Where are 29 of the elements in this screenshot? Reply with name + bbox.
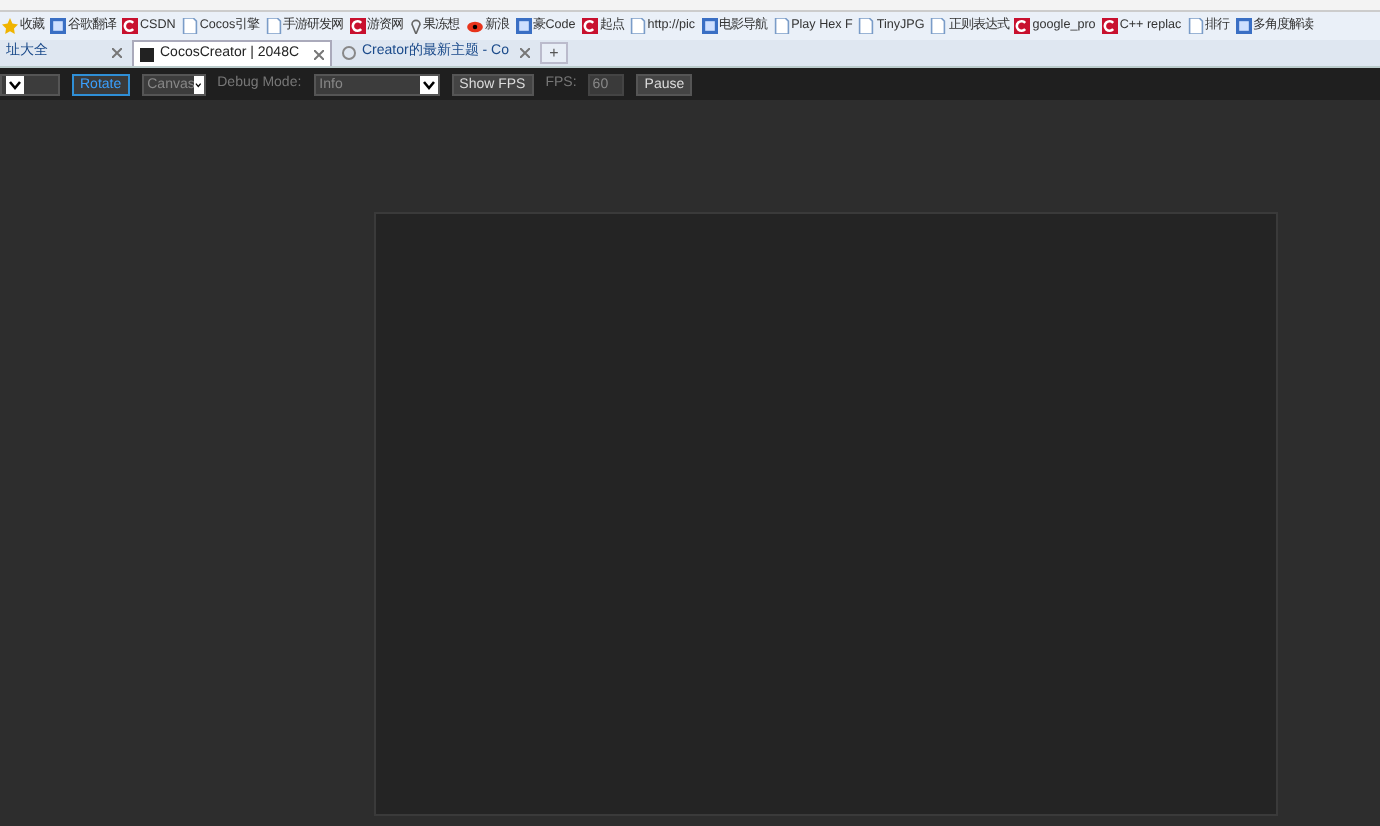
- page-icon: [858, 18, 875, 34]
- c-logo-icon: [1101, 18, 1118, 34]
- app-icon: [515, 18, 532, 34]
- page-icon: [1187, 18, 1204, 34]
- dropdown-caret-icon: [194, 75, 204, 93]
- app-icon: [50, 18, 66, 34]
- app-icon: [701, 18, 718, 34]
- star-icon: [2, 18, 18, 34]
- dropdown[interactable]: [0, 73, 60, 95]
- favicon-icon: [342, 46, 356, 60]
- page-icon: [265, 18, 282, 34]
- page-icon: [181, 18, 198, 34]
- dropdown-caret-icon: [419, 75, 438, 93]
- close-icon[interactable]: [314, 49, 324, 59]
- eye-icon: [465, 19, 484, 33]
- c-logo-icon: [581, 18, 598, 34]
- page-icon: [930, 18, 947, 34]
- new-tab-button[interactable]: +: [540, 42, 568, 64]
- close-icon[interactable]: [520, 48, 530, 58]
- page-icon: [629, 18, 646, 34]
- app-icon: [1235, 18, 1252, 34]
- c-logo-icon: [349, 18, 366, 34]
- c-logo-icon: [122, 18, 138, 34]
- page-icon: [773, 18, 790, 34]
- close-icon[interactable]: [112, 48, 122, 58]
- c-logo-icon: [1014, 18, 1031, 34]
- pin-icon: [409, 18, 422, 34]
- dropdown-caret-icon: [6, 75, 24, 93]
- favicon-icon: [140, 47, 154, 61]
